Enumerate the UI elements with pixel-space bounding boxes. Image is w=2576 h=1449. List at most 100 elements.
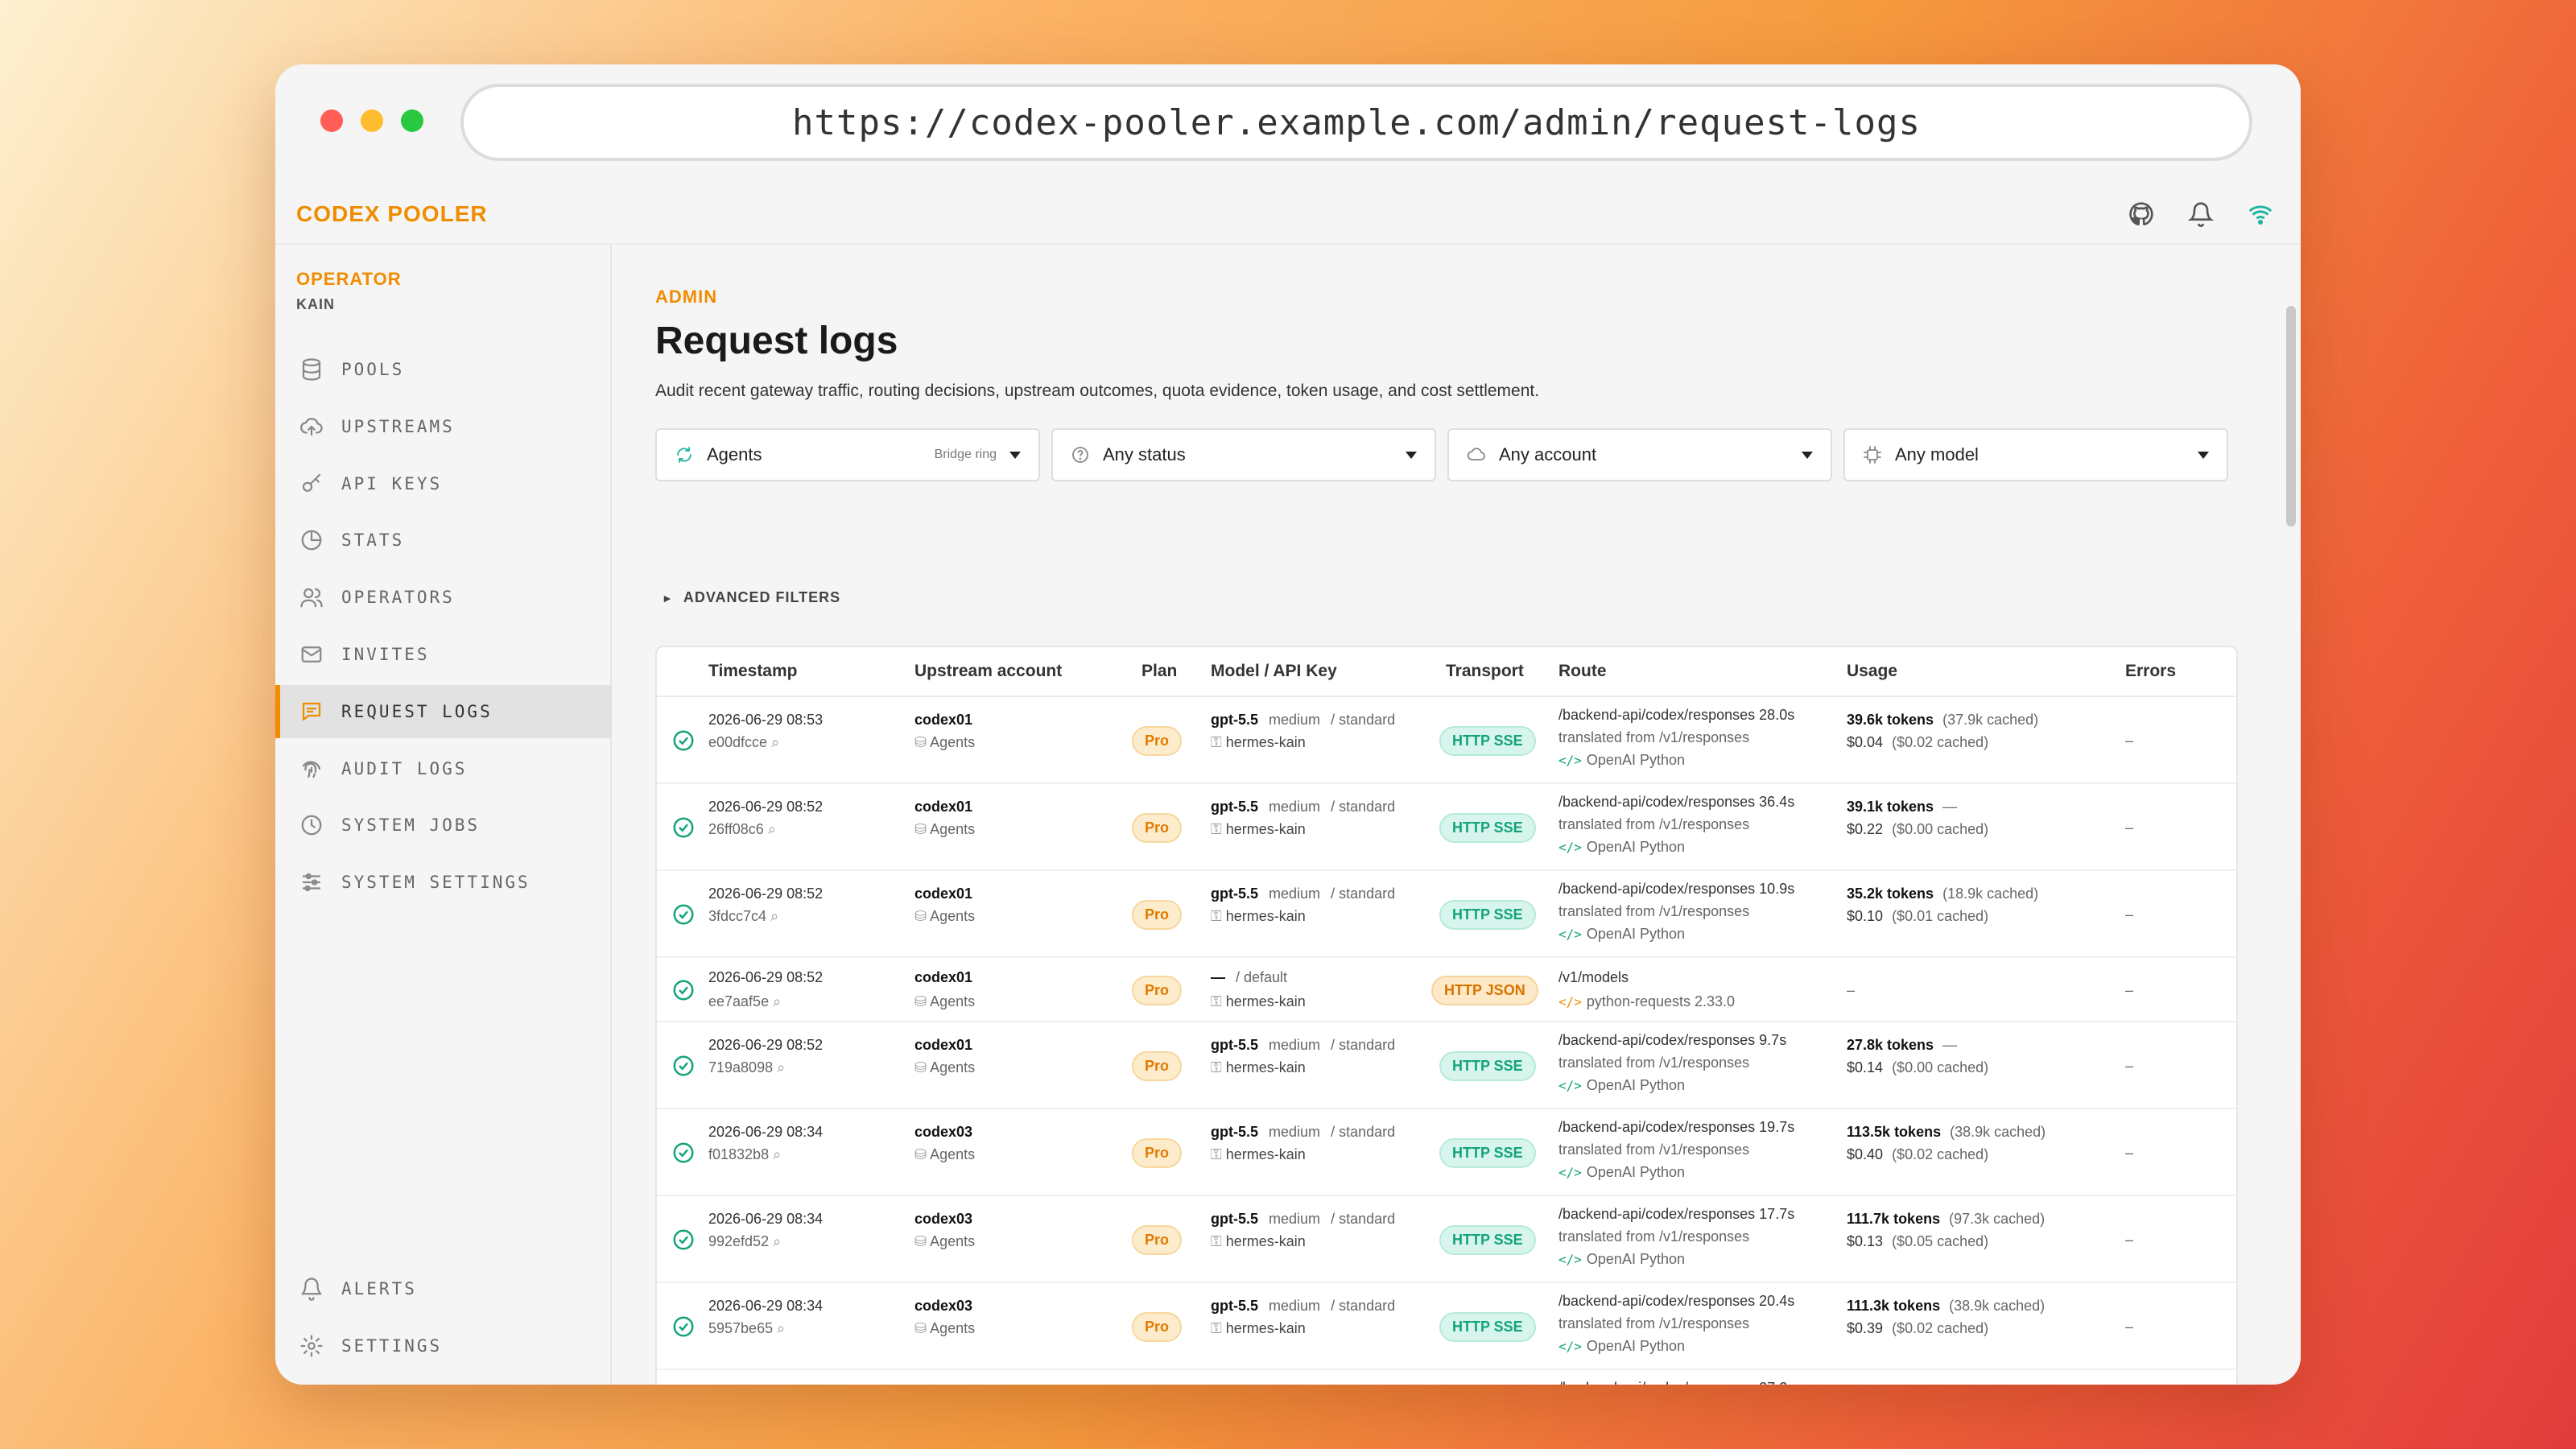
search-icon[interactable]: ⌕ [777,1320,785,1336]
refresh-icon [677,447,691,463]
sidebar-item-system-settings[interactable]: SYSTEM SETTINGS [275,856,612,909]
sidebar-item-alerts[interactable]: ALERTS [275,1262,612,1315]
column-header-errors[interactable]: Errors [2125,662,2176,681]
search-icon[interactable]: ⌕ [773,993,781,1009]
minimize-window-button[interactable] [361,109,383,132]
search-icon[interactable]: ⌕ [773,1233,781,1249]
wifi-icon[interactable] [2248,201,2273,227]
duration: 36.4s [1759,794,1795,810]
page-title: Request logs [655,320,898,362]
table-row[interactable]: 2026-06-29 08:34 5957be65 ⌕ codex03 ⛁ Agent… [657,1283,2236,1370]
cost-line: $0.04 ($0.02 cached) [1847,734,1988,751]
column-header-upstream-account[interactable]: Upstream account [914,662,1062,681]
column-header-route[interactable]: Route [1558,662,1607,681]
sidebar-item-pools[interactable]: POOLS [275,343,612,396]
upstream-account[interactable]: codex01 [914,969,972,986]
sidebar-item-operators[interactable]: OPERATORS [275,571,612,624]
table-row[interactable]: 2026-06-29 08:52 ee7aaf5e ⌕ codex01 ⛁ Agent… [657,958,2236,1022]
column-header-usage[interactable]: Usage [1847,662,1897,681]
request-id[interactable]: 719a8098 ⌕ [708,1059,785,1076]
filter-agents[interactable]: Agents Bridge ring [655,428,1040,481]
sidebar-item-upstreams[interactable]: UPSTREAMS [275,400,612,453]
cost-value: $0.04 [1847,734,1884,750]
column-header-model-api-key[interactable]: Model / API Key [1211,662,1337,681]
upstream-account[interactable]: codex03 [914,1211,972,1228]
column-header-timestamp[interactable]: Timestamp [708,662,798,681]
client-info: </> OpenAI Python [1558,1251,1685,1268]
request-id[interactable]: ee7aaf5e ⌕ [708,993,781,1010]
pool-name-text: Agents [930,908,976,924]
table-row[interactable]: 2026-06-29 08:52 3fdcc7c4 ⌕ codex01 ⛁ Agent… [657,871,2236,958]
cost-cached: ($0.02 cached) [1892,1320,1989,1336]
search-icon[interactable]: ⌕ [768,821,776,837]
scrollbar[interactable] [2286,306,2296,526]
api-key[interactable]: ⚿ hermes-kain [1211,1233,1306,1250]
sidebar-item-invites[interactable]: INVITES [275,628,612,681]
filter-any-status[interactable]: Any status [1051,428,1436,481]
request-id[interactable]: 26ff08c6 ⌕ [708,821,776,838]
column-header-plan[interactable]: Plan [1141,662,1177,681]
route-line: /v1/models [1558,969,1629,986]
model-name: — [1211,969,1225,985]
model-name: gpt-5.5 [1211,1037,1259,1053]
filter-any-model[interactable]: Any model [1843,428,2228,481]
url-bar[interactable]: https://codex-pooler.example.com/admin/r… [460,84,2252,161]
sidebar-item-request-logs[interactable]: REQUEST LOGS [275,684,612,738]
request-id[interactable]: 3fdcc7c4 ⌕ [708,908,778,925]
model-line: gpt-5.5 medium / standard [1211,1211,1395,1228]
api-key[interactable]: ⚿ hermes-kain [1211,1320,1306,1337]
table-row[interactable]: 2026-06-29 08:34 f01832b8 ⌕ codex03 ⛁ Agent… [657,1109,2236,1196]
route-line: /backend-api/codex/responses 27.2s [1558,1380,1794,1385]
bell-icon[interactable] [2188,201,2214,227]
table-row[interactable]: 2026-06-29 08:53 e00dfcce ⌕ codex01 ⛁ Agent… [657,697,2236,784]
brand-logo[interactable]: CODEX POOLER [296,201,488,227]
maximize-window-button[interactable] [401,109,423,132]
upstream-account[interactable]: codex03 [914,1124,972,1141]
database-icon: ⛁ [914,993,927,1009]
api-key[interactable]: ⚿ hermes-kain [1211,1146,1306,1163]
request-id[interactable]: 992efd52 ⌕ [708,1233,781,1250]
search-icon[interactable]: ⌕ [773,1146,781,1162]
table-row[interactable]: 2026-06-29 08:52 719a8098 ⌕ codex01 ⛁ Agent… [657,1022,2236,1109]
client-info: </> python-requests 2.33.0 [1558,993,1735,1010]
github-icon[interactable] [2128,201,2154,227]
sidebar-item-api-keys[interactable]: API KEYS [275,457,612,510]
table-row[interactable]: 2026-06-29 08:33a54cde5b ⌕codex03⛁ Agent… [657,1370,2236,1385]
token-usage: 113.5k tokens (38.9k cached) [1847,1124,2046,1141]
sidebar-item-system-jobs[interactable]: SYSTEM JOBS [275,799,612,852]
timestamp: 2026-06-29 08:34 [708,1211,824,1227]
request-id[interactable]: 5957be65 ⌕ [708,1320,785,1337]
upstream-account[interactable]: codex01 [914,712,972,729]
route-line: /backend-api/codex/responses 10.9s [1558,881,1794,898]
sidebar-item-settings[interactable]: SETTINGS [275,1319,612,1373]
sidebar-item-label: REQUEST LOGS [341,701,493,721]
api-key[interactable]: ⚿ hermes-kain [1211,1059,1306,1076]
api-key[interactable]: ⚿ hermes-kain [1211,734,1306,751]
upstream-account[interactable]: codex03 [914,1298,972,1315]
sidebar-item-stats[interactable]: STATS [275,514,612,567]
table-row[interactable]: 2026-06-29 08:34 992efd52 ⌕ codex03 ⛁ Agent… [657,1196,2236,1283]
filter-any-account[interactable]: Any account [1447,428,1832,481]
upstream-account[interactable]: codex01 [914,799,972,815]
window-controls [320,109,423,132]
sidebar-item-log-out[interactable]: LOG OUT [275,1377,612,1385]
upstream-account[interactable]: codex01 [914,886,972,902]
api-key[interactable]: ⚿ hermes-kain [1211,993,1306,1010]
api-key[interactable]: ⚿ hermes-kain [1211,821,1306,838]
table-row[interactable]: 2026-06-29 08:52 26ff08c6 ⌕ codex01 ⛁ Agent… [657,784,2236,871]
search-icon[interactable]: ⌕ [770,908,778,924]
close-window-button[interactable] [320,109,343,132]
plan-badge: Pro [1132,726,1183,756]
errors-value: – [2125,733,2134,749]
request-id[interactable]: f01832b8 ⌕ [708,1146,781,1163]
upstream-account[interactable]: codex01 [914,1037,972,1054]
request-id[interactable]: e00dfcce ⌕ [708,734,779,751]
column-header-transport[interactable]: Transport [1446,662,1524,681]
search-icon[interactable]: ⌕ [771,734,779,750]
api-key[interactable]: ⚿ hermes-kain [1211,908,1306,925]
pool-name: ⛁ Agents [914,1320,975,1337]
search-icon[interactable]: ⌕ [777,1059,785,1075]
page-eyebrow: ADMIN [655,287,718,307]
advanced-filters-toggle[interactable]: ► ADVANCED FILTERS [662,589,840,606]
sidebar-item-audit-logs[interactable]: AUDIT LOGS [275,742,612,795]
